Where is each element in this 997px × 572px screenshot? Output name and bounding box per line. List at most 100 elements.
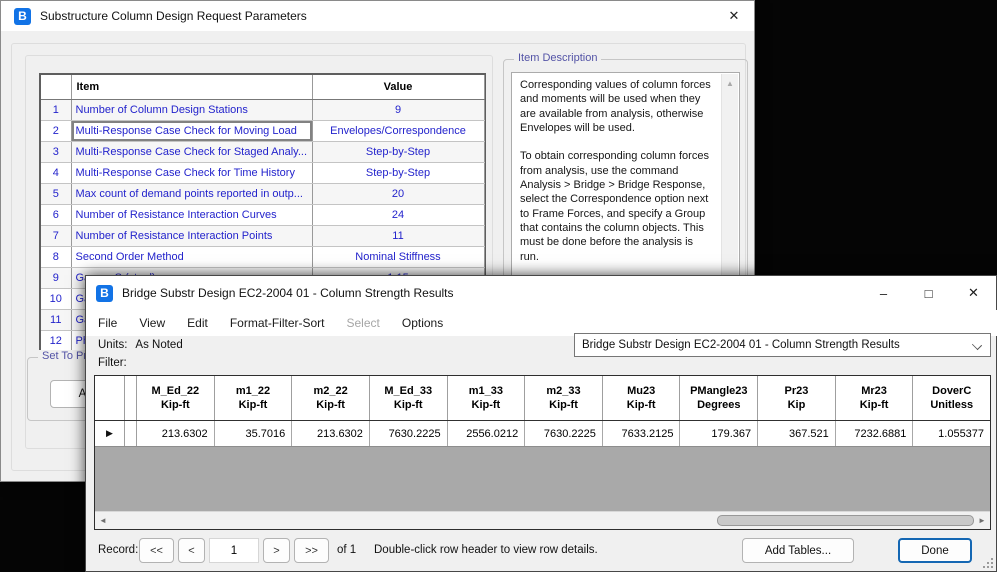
menu-format-filter-sort[interactable]: Format-Filter-Sort xyxy=(219,316,336,330)
record-last-button[interactable]: >> xyxy=(294,538,329,563)
grid-cell-m_ed_22[interactable]: 213.6302 xyxy=(137,421,215,446)
column-header-m2_33[interactable]: m2_33Kip-ft xyxy=(525,376,603,420)
param-item-cell[interactable]: Multi-Response Case Check for Moving Loa… xyxy=(71,121,312,142)
param-item-cell[interactable]: Max count of demand points reported in o… xyxy=(71,184,312,205)
scroll-left-icon[interactable]: ◄ xyxy=(95,512,111,529)
scrollbar-thumb[interactable] xyxy=(717,515,974,526)
record-first-button[interactable]: << xyxy=(139,538,174,563)
grid-data-row[interactable]: ▶ 213.630235.7016213.63027630.22252556.0… xyxy=(95,421,990,447)
param-row-number[interactable]: 10 xyxy=(41,289,71,310)
menu-view[interactable]: View xyxy=(128,316,176,330)
column-unit: Degrees xyxy=(697,398,740,412)
param-row-number[interactable]: 5 xyxy=(41,184,71,205)
column-unit: Kip-ft xyxy=(627,398,656,412)
grid-cell-m1_33[interactable]: 2556.0212 xyxy=(448,421,526,446)
done-button[interactable]: Done xyxy=(898,538,972,563)
param-value-cell[interactable]: Nominal Stiffness xyxy=(312,247,484,268)
param-row-number[interactable]: 2 xyxy=(41,121,71,142)
record-number-input[interactable] xyxy=(209,538,259,563)
scroll-up-icon[interactable]: ▲ xyxy=(722,74,738,88)
param-value-cell[interactable]: 9 xyxy=(312,100,484,121)
column-unit: Kip-ft xyxy=(161,398,190,412)
menu-select: Select xyxy=(336,316,391,330)
scroll-right-icon[interactable]: ► xyxy=(974,512,990,529)
param-row-number[interactable]: 9 xyxy=(41,268,71,289)
param-value-cell[interactable]: Step-by-Step xyxy=(312,163,484,184)
param-row-number[interactable]: 4 xyxy=(41,163,71,184)
record-previous-button[interactable]: < xyxy=(178,538,205,563)
grid-cell-m2_22[interactable]: 213.6302 xyxy=(292,421,370,446)
param-row-number[interactable]: 3 xyxy=(41,142,71,163)
menu-options[interactable]: Options xyxy=(391,316,454,330)
record-count-label: of 1 xyxy=(337,544,356,556)
column-header-m_ed_33[interactable]: M_Ed_33Kip-ft xyxy=(370,376,448,420)
column-header-m1_33[interactable]: m1_33Kip-ft xyxy=(448,376,526,420)
param-table-row: 6Number of Resistance Interaction Curves… xyxy=(41,205,484,226)
grid-cell-mr23[interactable]: 7232.6881 xyxy=(836,421,914,446)
column-header-mu23[interactable]: Mu23Kip-ft xyxy=(603,376,681,420)
column-header-pmangle23[interactable]: PMangle23Degrees xyxy=(680,376,758,420)
column-unit: Kip-ft xyxy=(394,398,423,412)
param-value-cell[interactable]: Envelopes/Correspondence xyxy=(312,121,484,142)
column-unit: Kip-ft xyxy=(860,398,889,412)
grid-cell-m1_22[interactable]: 35.7016 xyxy=(215,421,293,446)
close-icon[interactable]: ✕ xyxy=(714,1,754,31)
maximize-icon[interactable]: □ xyxy=(906,276,951,310)
close-icon[interactable]: ✕ xyxy=(951,276,996,310)
grid-cell-pmangle23[interactable]: 179.367 xyxy=(680,421,758,446)
param-value-cell[interactable]: Step-by-Step xyxy=(312,142,484,163)
grid-cell-mu23[interactable]: 7633.2125 xyxy=(603,421,681,446)
units-value: As Noted xyxy=(135,339,182,351)
param-value-cell[interactable]: 11 xyxy=(312,226,484,247)
param-item-cell[interactable]: Number of Resistance Interaction Points xyxy=(71,226,312,247)
param-item-cell[interactable]: Number of Column Design Stations xyxy=(71,100,312,121)
table-select-value: Bridge Substr Design EC2-2004 01 - Colum… xyxy=(582,339,900,351)
param-row-number[interactable]: 11 xyxy=(41,310,71,331)
menu-edit[interactable]: Edit xyxy=(176,316,219,330)
column-header-m2_22[interactable]: m2_22Kip-ft xyxy=(292,376,370,420)
param-window-title: Substructure Column Design Request Param… xyxy=(40,9,307,23)
param-item-cell[interactable]: Multi-Response Case Check for Time Histo… xyxy=(71,163,312,184)
param-value-cell[interactable]: 20 xyxy=(312,184,484,205)
param-table-row: 3Multi-Response Case Check for Staged An… xyxy=(41,142,484,163)
column-header-m_ed_22[interactable]: M_Ed_22Kip-ft xyxy=(137,376,215,420)
results-window: B Bridge Substr Design EC2-2004 01 - Col… xyxy=(85,275,997,572)
column-unit: Kip-ft xyxy=(316,398,345,412)
grid-horizontal-scrollbar[interactable]: ◄ ► xyxy=(95,511,990,529)
column-name: Mu23 xyxy=(627,384,655,398)
record-next-button[interactable]: > xyxy=(263,538,290,563)
table-select-dropdown[interactable]: Bridge Substr Design EC2-2004 01 - Colum… xyxy=(574,333,991,357)
param-table-row: 8Second Order MethodNominal Stiffness xyxy=(41,247,484,268)
param-row-number[interactable]: 1 xyxy=(41,100,71,121)
minimize-icon[interactable]: – xyxy=(861,276,906,310)
window-controls: – □ ✕ xyxy=(861,276,996,310)
param-item-cell[interactable]: Number of Resistance Interaction Curves xyxy=(71,205,312,226)
param-window-titlebar[interactable]: B Substructure Column Design Request Par… xyxy=(1,1,754,31)
column-header-doverc[interactable]: DoverCUnitless xyxy=(913,376,990,420)
menu-file[interactable]: File xyxy=(87,316,128,330)
add-tables-button[interactable]: Add Tables... xyxy=(742,538,854,563)
results-window-titlebar[interactable]: B Bridge Substr Design EC2-2004 01 - Col… xyxy=(86,276,996,310)
column-header-pr23[interactable]: Pr23Kip xyxy=(758,376,836,420)
param-value-cell[interactable]: 24 xyxy=(312,205,484,226)
param-row-number[interactable]: 7 xyxy=(41,226,71,247)
app-logo-icon: B xyxy=(96,285,113,302)
resize-grip[interactable] xyxy=(982,557,993,568)
grid-cell-m_ed_33[interactable]: 7630.2225 xyxy=(370,421,448,446)
param-header-value: Value xyxy=(312,75,484,100)
column-header-mr23[interactable]: Mr23Kip-ft xyxy=(836,376,914,420)
param-row-number[interactable]: 8 xyxy=(41,247,71,268)
column-name: m1_33 xyxy=(469,384,503,398)
grid-cell-doverc[interactable]: 1.055377 xyxy=(913,421,990,446)
units-label: Units: xyxy=(98,339,127,351)
grid-cell-m2_33[interactable]: 7630.2225 xyxy=(525,421,603,446)
row-selector-icon[interactable]: ▶ xyxy=(95,421,125,446)
grid-corner-cell xyxy=(95,376,125,420)
grid-cell-pr23[interactable]: 367.521 xyxy=(758,421,836,446)
column-header-m1_22[interactable]: m1_22Kip-ft xyxy=(215,376,293,420)
param-item-cell[interactable]: Second Order Method xyxy=(71,247,312,268)
param-row-number[interactable]: 6 xyxy=(41,205,71,226)
grid-header-row: M_Ed_22Kip-ftm1_22Kip-ftm2_22Kip-ftM_Ed_… xyxy=(95,376,990,421)
param-row-number[interactable]: 12 xyxy=(41,331,71,352)
param-item-cell[interactable]: Multi-Response Case Check for Staged Ana… xyxy=(71,142,312,163)
